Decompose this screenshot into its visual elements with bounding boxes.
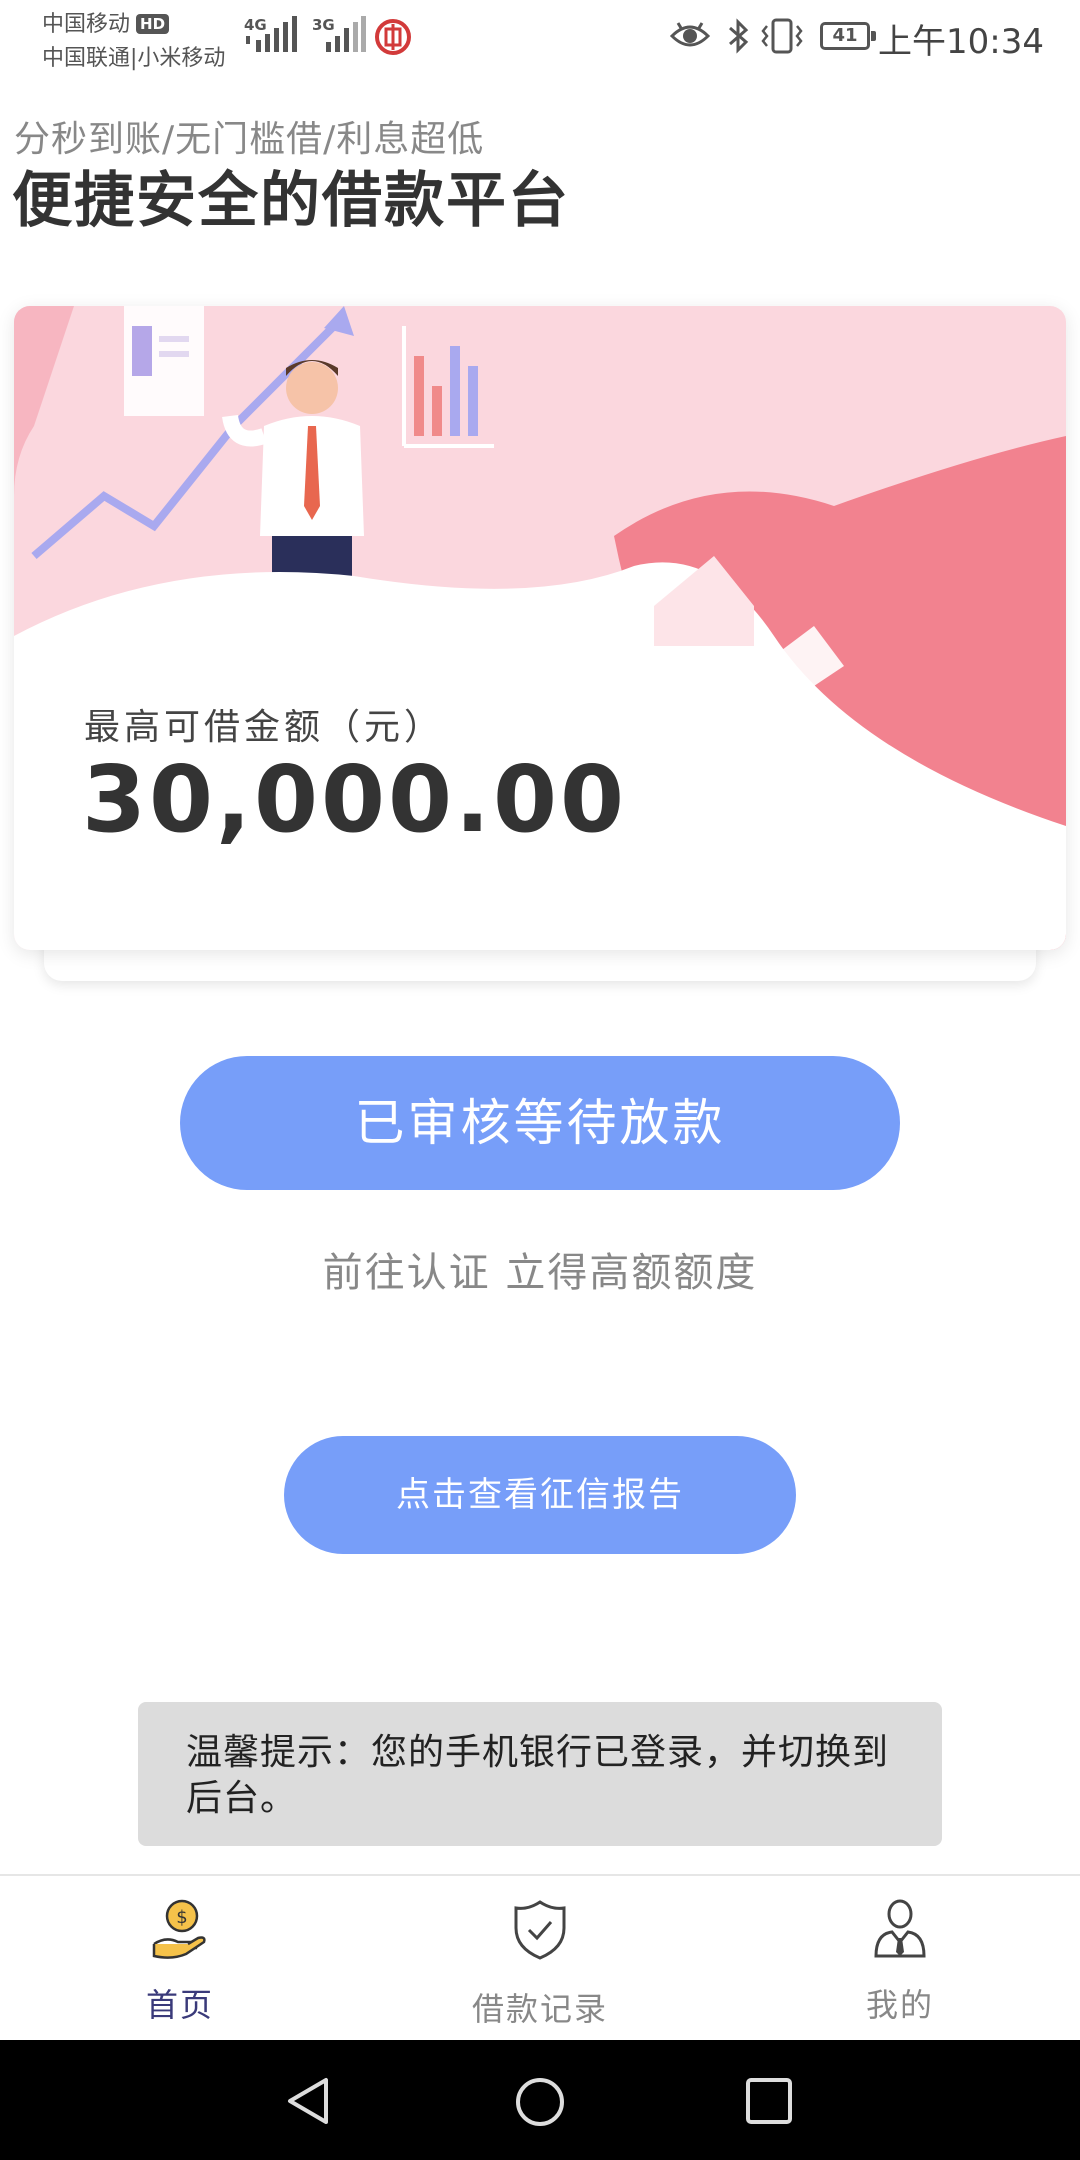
nav-item-loan-records[interactable]: 借款记录 [360,1876,720,2042]
nav-item-mine[interactable]: 我的 [720,1876,1080,2042]
recents-icon[interactable] [744,2076,794,2126]
status-bar: 中国移动 HD 中国联通|小米移动 4G 3G 41 上午10:34 [0,0,1080,80]
eye-icon [670,22,710,47]
bottom-nav: $ 首页 借款记录 我的 [0,1874,1080,2042]
user-icon [874,1899,926,1958]
nav-label-mine: 我的 [865,1986,934,2024]
toast-message: 温馨提示：您的手机银行已登录，并切换到后台。 [138,1702,942,1846]
nav-label-home: 首页 [145,1986,214,2024]
vibrate-icon [761,18,803,54]
clock: 上午10:34 [878,22,1044,62]
credit-report-button[interactable]: 点击查看征信报告 [284,1436,796,1554]
loan-limit-amount: 30,000.00 [82,746,627,853]
signal-1-icon [246,16,297,52]
bank-app-icon [375,19,411,55]
svg-text:$: $ [176,1907,187,1928]
page-title: 便捷安全的借款平台 [12,166,570,236]
battery-indicator: 41 [820,22,876,50]
system-nav-bar [0,2040,1080,2160]
back-icon[interactable] [284,2076,334,2126]
nav-label-loan-records: 借款记录 [471,1990,608,2028]
verify-promo-link[interactable]: 前往认证 立得高额额度 [0,1240,1080,1298]
hero-illustration [14,306,1066,950]
carrier-2: 中国联通|小米移动 [42,46,226,71]
shield-check-icon [514,1900,566,1960]
bluetooth-icon [729,18,749,54]
signal-2-icon [326,16,366,52]
hd-badge: HD [136,14,170,34]
nav-item-home[interactable]: $ 首页 [0,1876,360,2042]
loan-limit-label: 最高可借金额（元） [84,707,445,748]
status-button[interactable]: 已审核等待放款 [180,1056,900,1190]
carrier-1: 中国移动 HD [42,6,170,38]
money-hand-icon: $ [152,1899,206,1959]
home-icon[interactable] [514,2076,566,2128]
loan-limit-card: 最高可借金额（元） 30,000.00 [14,306,1066,950]
